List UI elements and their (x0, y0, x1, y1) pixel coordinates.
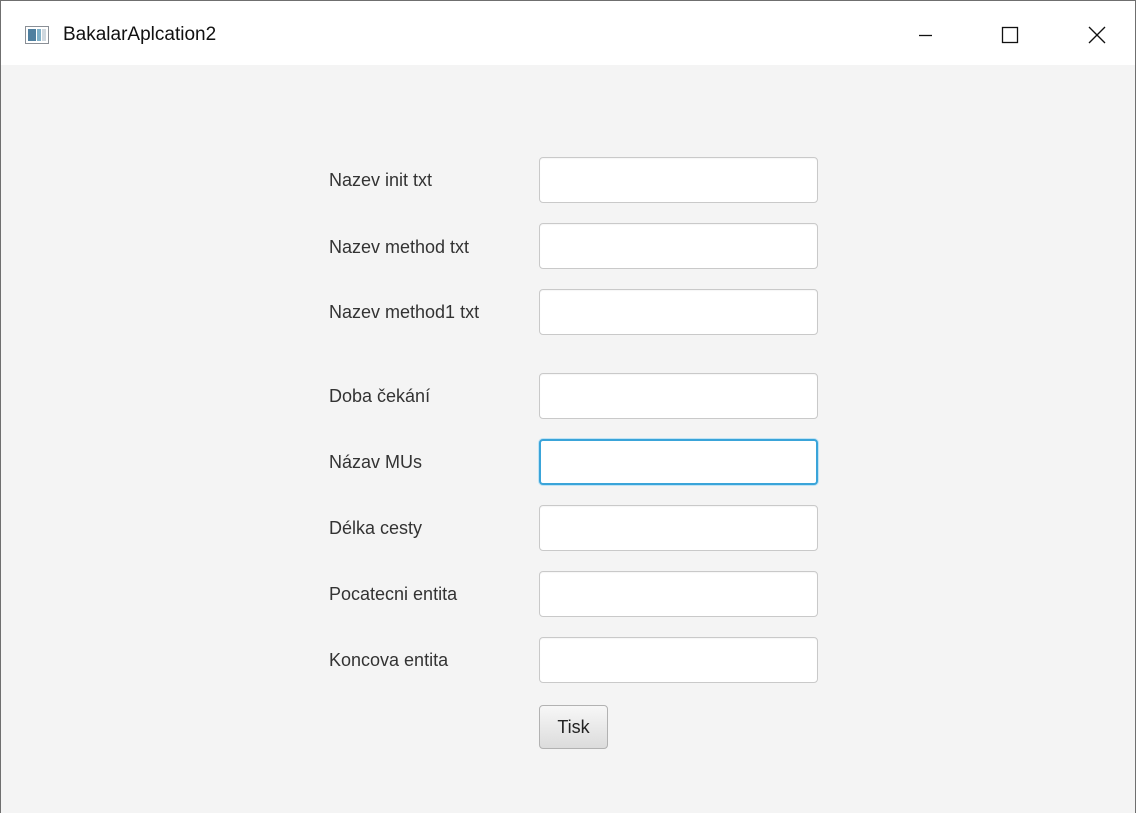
close-button[interactable] (1054, 1, 1135, 65)
maximize-button[interactable] (968, 1, 1054, 65)
path-length-label: Délka cesty (329, 518, 423, 538)
form-content: Nazev init txt Nazev method txt Nazev me… (1, 65, 1135, 813)
window-title: BakalarAplcation2 (63, 24, 217, 45)
maximize-icon (1001, 26, 1019, 44)
minimize-button[interactable] (882, 1, 968, 65)
path-length-input[interactable] (539, 505, 818, 551)
wait-time-input[interactable] (539, 373, 818, 419)
app-icon (25, 26, 49, 44)
end-entity-input[interactable] (539, 637, 818, 683)
method1-txt-label: Nazev method1 txt (329, 302, 480, 322)
method-txt-label: Nazev method txt (329, 237, 470, 257)
start-entity-input[interactable] (539, 571, 818, 617)
mus-name-label: Názav MUs (329, 452, 423, 472)
method-txt-input[interactable] (539, 223, 818, 269)
app-window: BakalarAplcation2 Nazev init txt Nazev m… (0, 0, 1136, 813)
init-txt-input[interactable] (539, 157, 818, 203)
wait-time-label: Doba čekání (329, 386, 431, 406)
title-bar[interactable]: BakalarAplcation2 (1, 1, 1135, 65)
mus-name-input[interactable] (539, 439, 818, 485)
close-icon (1088, 26, 1106, 44)
start-entity-label: Pocatecni entita (329, 584, 458, 604)
method1-txt-input[interactable] (539, 289, 818, 335)
print-button[interactable]: Tisk (539, 705, 608, 749)
end-entity-label: Koncova entita (329, 650, 449, 670)
init-txt-label: Nazev init txt (329, 170, 433, 190)
minimize-icon (919, 34, 932, 37)
